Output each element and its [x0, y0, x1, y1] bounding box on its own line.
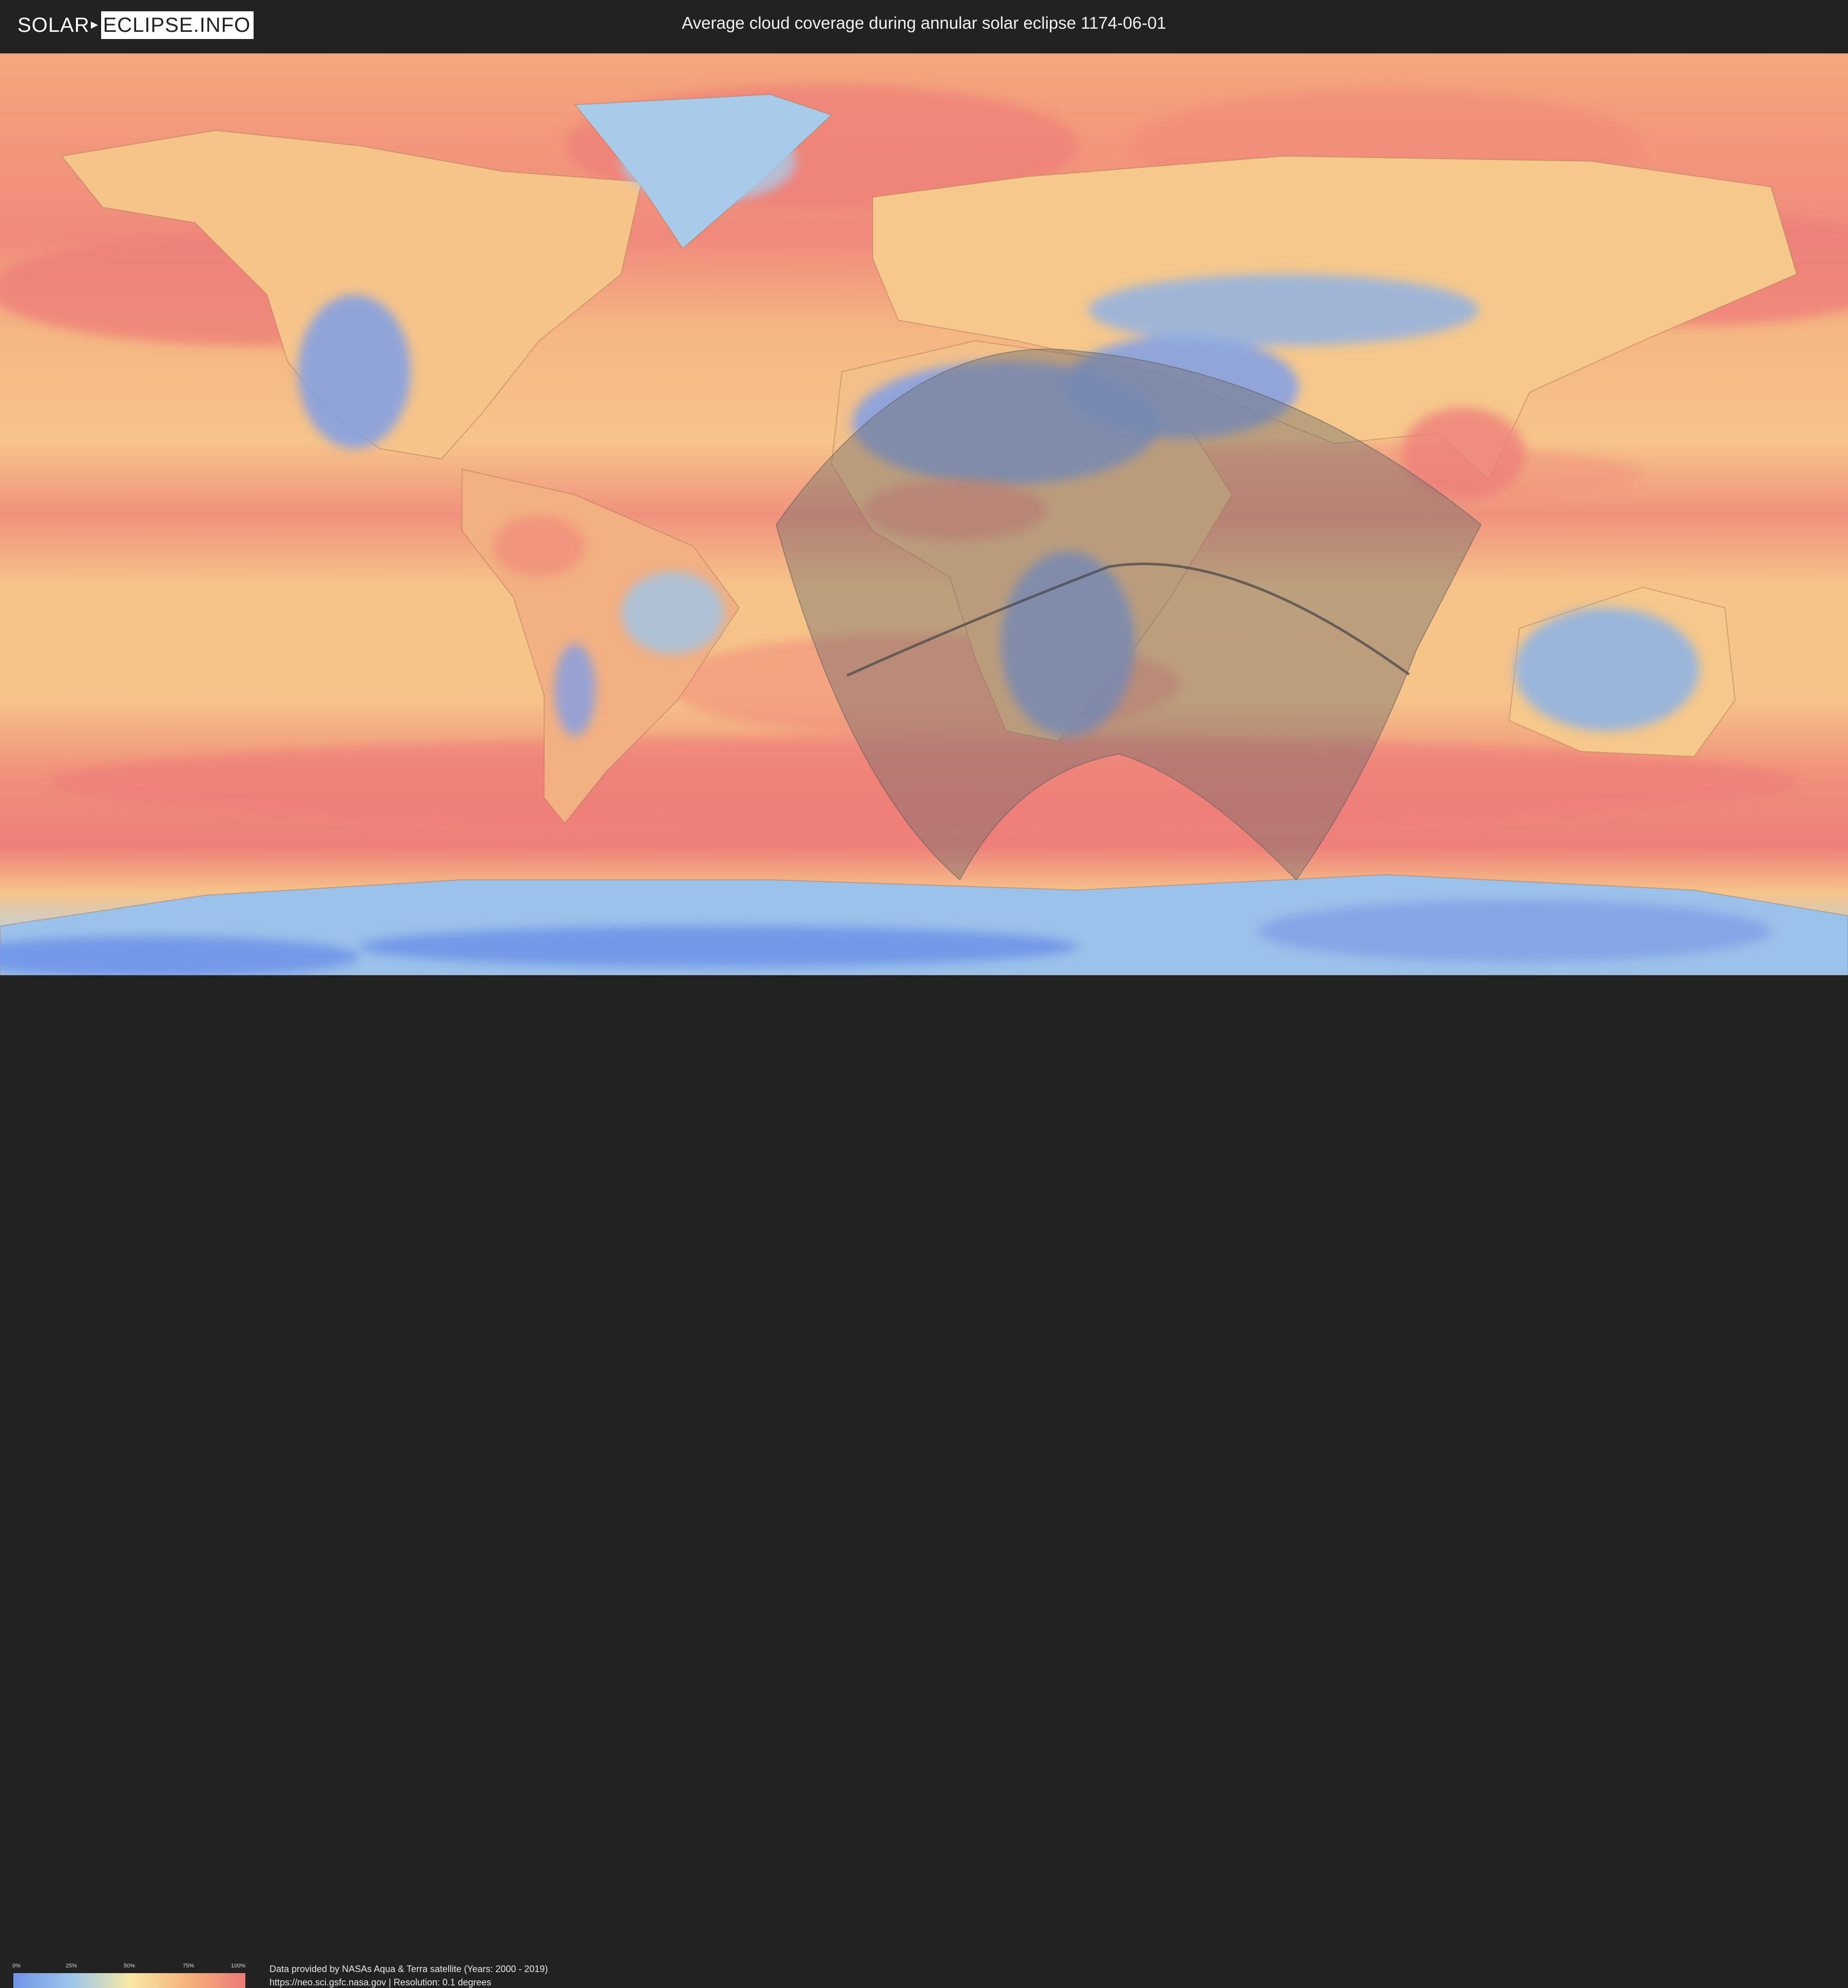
legend-tick-50: 50% [124, 1963, 136, 1969]
page-title: Average cloud coverage during annular so… [682, 13, 1166, 32]
legend-tick-75: 75% [183, 1963, 195, 1969]
data-source-url: https://neo.sci.gsfc.nasa.gov | Resoluti… [270, 1977, 491, 1987]
legend-tick-100: 100% [231, 1963, 246, 1969]
legend-tick-0: 0% [12, 1963, 21, 1969]
legend-tick-25: 25% [66, 1963, 78, 1969]
footer-bar: 0% 25% 50% 75% 100% Data provided by NAS… [0, 975, 1848, 1988]
data-credit: Data provided by NASAs Aqua & Terra sate… [270, 1964, 548, 1974]
cloud-coverage-legend-bar [13, 1973, 245, 1988]
cloud-coverage-map[interactable] [0, 53, 1848, 975]
header-bar: SOLAR ECLIPSE.INFO Average cloud coverag… [0, 0, 1848, 51]
